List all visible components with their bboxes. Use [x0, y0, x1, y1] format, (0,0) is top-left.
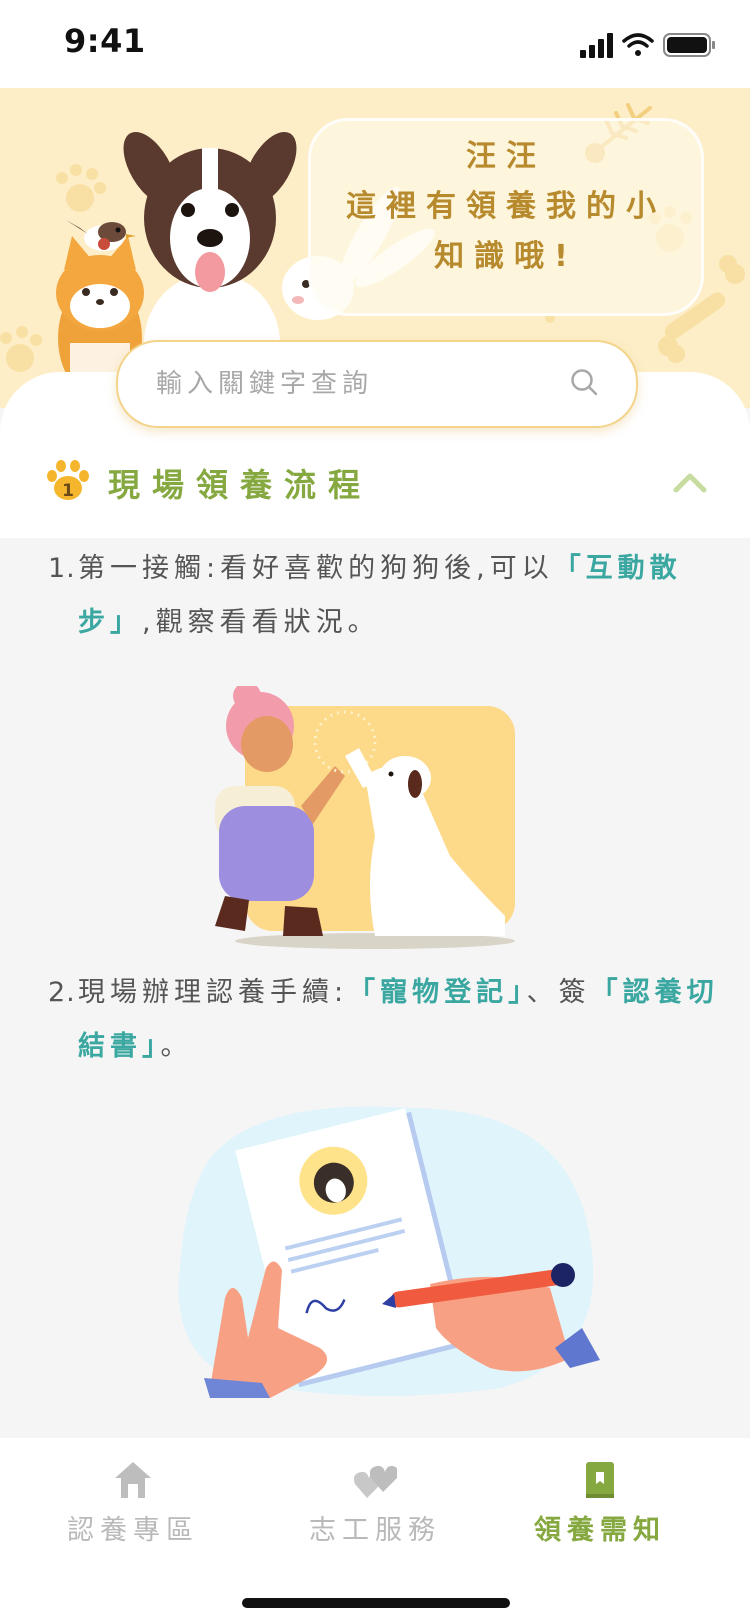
search-bar[interactable] [116, 340, 638, 428]
steps-content: 1. 第一接觸:看好喜歡的狗狗後,可以「互動散步」,觀察看看狀況。 2. 現場辦… [0, 538, 750, 1438]
tab-adoption-zone[interactable]: 認養專區 [8, 1458, 258, 1578]
tab-label: 志工服務 [309, 1515, 441, 1546]
battery-icon [663, 33, 715, 57]
section-header[interactable]: 1 現場領養流程 [0, 430, 750, 538]
section-title: 現場領養流程 [108, 466, 373, 504]
step-2: 2. 現場辦理認養手續:「寵物登記」、簽「認養切結書」。 [48, 966, 720, 1074]
step-text-after: ,觀察看看狀況。 [142, 607, 380, 638]
status-icons [580, 33, 715, 58]
book-icon [586, 1462, 614, 1498]
status-time: 9:41 [64, 22, 146, 60]
speech-line-2: 這裡有領養我的小 [346, 189, 666, 224]
tab-label: 領養需知 [534, 1515, 666, 1546]
tab-bar: 認養專區 志工服務 領養需知 [0, 1438, 750, 1624]
paw-number-icon: 1 [47, 460, 89, 501]
signal-icon [580, 33, 613, 58]
step-text: 第一接觸:看好喜歡的狗狗後,可以 [78, 553, 554, 584]
step-highlight: 「寵物登記」 [348, 977, 527, 1008]
tab-volunteer[interactable]: 志工服務 [250, 1458, 500, 1578]
sign-document-illustration [178, 1106, 600, 1398]
chevron-up-icon[interactable] [672, 470, 708, 494]
tab-adoption-guide[interactable]: 領養需知 [475, 1458, 725, 1578]
wifi-icon [622, 33, 654, 56]
step-text: 現場辦理認養手續: [78, 977, 349, 1008]
step-text-after: 。 [160, 1031, 193, 1062]
home-icon [115, 1462, 151, 1498]
search-input[interactable] [154, 360, 558, 408]
step-text-middle: 、簽 [526, 977, 591, 1008]
tab-label: 認養專區 [67, 1515, 199, 1546]
search-icon[interactable] [568, 366, 602, 400]
high-five-illustration [215, 686, 515, 949]
home-indicator [242, 1598, 510, 1608]
hearts-icon [353, 1465, 397, 1498]
speech-bubble-text: 汪汪 這裡有領養我的小 知識哦! [320, 132, 692, 282]
step-number: 1. [48, 553, 76, 584]
status-bar: 9:41 [0, 0, 750, 88]
speech-line-3: 知識哦! [434, 239, 578, 274]
step-number: 2. [48, 977, 76, 1008]
paw-number: 1 [62, 481, 74, 501]
step-1: 1. 第一接觸:看好喜歡的狗狗後,可以「互動散步」,觀察看看狀況。 [48, 542, 720, 650]
speech-line-1: 汪汪 [466, 139, 546, 174]
